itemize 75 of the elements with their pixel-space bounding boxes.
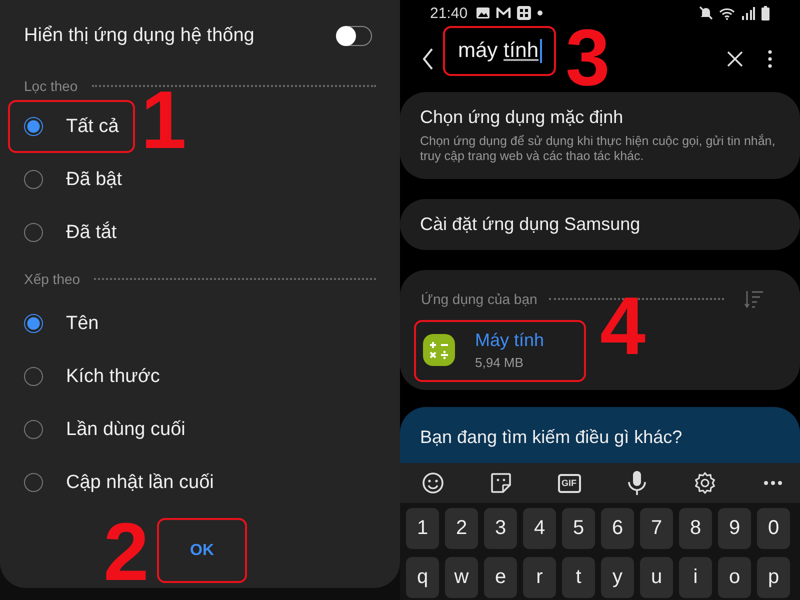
radio-option[interactable]: Đã bật (8, 153, 138, 206)
result-card[interactable]: Cài đặt ứng dụng Samsung (400, 199, 800, 250)
radio-option[interactable]: Đã tắt (8, 206, 133, 259)
step-number: 1 (140, 80, 186, 162)
keyboard-key[interactable]: t (562, 557, 595, 598)
mute-icon (699, 6, 713, 20)
keyboard-key[interactable]: w (445, 557, 478, 598)
result-card[interactable]: Chọn ứng dụng mặc định Chọn ứng dụng để sử dụng khi thực hiện cuộc gọi, gửi tin nhắn, truy cập trang web và các thao tác khác. (400, 92, 800, 179)
radio-option[interactable]: Lần dùng cuối (8, 403, 202, 456)
toggle-switch[interactable] (336, 26, 372, 46)
sticker-icon (489, 471, 513, 495)
keyboard-key[interactable]: u (640, 557, 673, 598)
keyboard-key[interactable]: e (484, 557, 517, 598)
mail-icon (496, 7, 511, 19)
keyboard-key[interactable]: 6 (601, 508, 634, 549)
back-icon (422, 48, 434, 70)
radio-button[interactable] (24, 170, 43, 189)
section-title: Xếp theo (24, 271, 80, 287)
keyboard-key[interactable]: r (523, 557, 556, 598)
toolbar-button[interactable]: GIF (556, 469, 582, 497)
result-description: Chọn ứng dụng để sử dụng khi thực hiện cuộc gọi, gửi tin nhắn, truy cập trang web và các thao tác khác. (420, 134, 776, 164)
setting-label: Hiển thị ứng dụng hệ thống (24, 25, 254, 47)
app-size: 5,94 MB (475, 355, 524, 370)
result-title: Cài đặt ứng dụng Samsung (420, 214, 642, 235)
result-title: Chọn ứng dụng mặc định (420, 107, 624, 128)
radio-button[interactable] (24, 473, 43, 492)
keyboard-key[interactable]: q (406, 557, 439, 598)
app-item[interactable]: Máy tính 5,94 MB (414, 320, 586, 382)
microphone-icon (625, 470, 649, 496)
toolbar-button[interactable] (692, 469, 718, 497)
ok-button[interactable]: OK (157, 518, 247, 583)
keyboard-key[interactable]: 4 (523, 508, 556, 549)
signal-icon (741, 6, 755, 20)
radio-option[interactable]: Tất cả (8, 100, 135, 153)
keyboard-key[interactable]: o (718, 557, 751, 598)
more-icon (768, 50, 772, 68)
calculator-icon (423, 334, 455, 366)
clock-time: 21:40 (430, 4, 468, 22)
keyboard-key[interactable]: p (757, 557, 790, 598)
dot-icon (536, 10, 543, 16)
radio-option[interactable]: Tên (8, 297, 115, 350)
suggestion-banner[interactable]: Bạn đang tìm kiếm điều gì khác? (400, 407, 800, 463)
radio-button[interactable] (24, 223, 43, 242)
keyboard-key[interactable]: 1 (406, 508, 439, 549)
settings-icon (693, 471, 717, 495)
step-number: 4 (600, 286, 646, 368)
radio-button[interactable] (24, 314, 43, 333)
image-icon (476, 7, 490, 19)
keyboard-key[interactable]: i (679, 557, 712, 598)
step-number: 2 (103, 512, 149, 594)
app-name: Máy tính (475, 330, 544, 351)
battery-icon (761, 6, 770, 20)
keyboard-key[interactable]: 0 (757, 508, 790, 549)
radio-button[interactable] (24, 367, 43, 386)
emoji-icon (421, 471, 445, 495)
wifi-icon (719, 6, 735, 20)
keyboard-key[interactable]: 7 (640, 508, 673, 549)
radio-button[interactable] (24, 420, 43, 439)
gif-icon: GIF (558, 474, 580, 492)
radio-option[interactable]: Cập nhật lần cuối (8, 456, 230, 509)
section-title: Lọc theo (24, 78, 78, 94)
more-icon (763, 480, 783, 486)
keyboard-key[interactable]: 3 (484, 508, 517, 549)
sort-icon (744, 290, 764, 308)
radio-button[interactable] (24, 117, 43, 136)
close-icon (726, 50, 744, 68)
keyboard-key[interactable]: 2 (445, 508, 478, 549)
keyboard-key[interactable]: 5 (562, 508, 595, 549)
keyboard-key[interactable]: 9 (718, 508, 751, 549)
keyboard-key[interactable]: y (601, 557, 634, 598)
keyboard-key[interactable]: 8 (679, 508, 712, 549)
section-title: Ứng dụng của bạn (421, 291, 538, 307)
app-badge-icon (516, 6, 531, 20)
radio-option[interactable]: Kích thước (8, 350, 176, 403)
search-field[interactable]: máy tính (443, 26, 556, 76)
